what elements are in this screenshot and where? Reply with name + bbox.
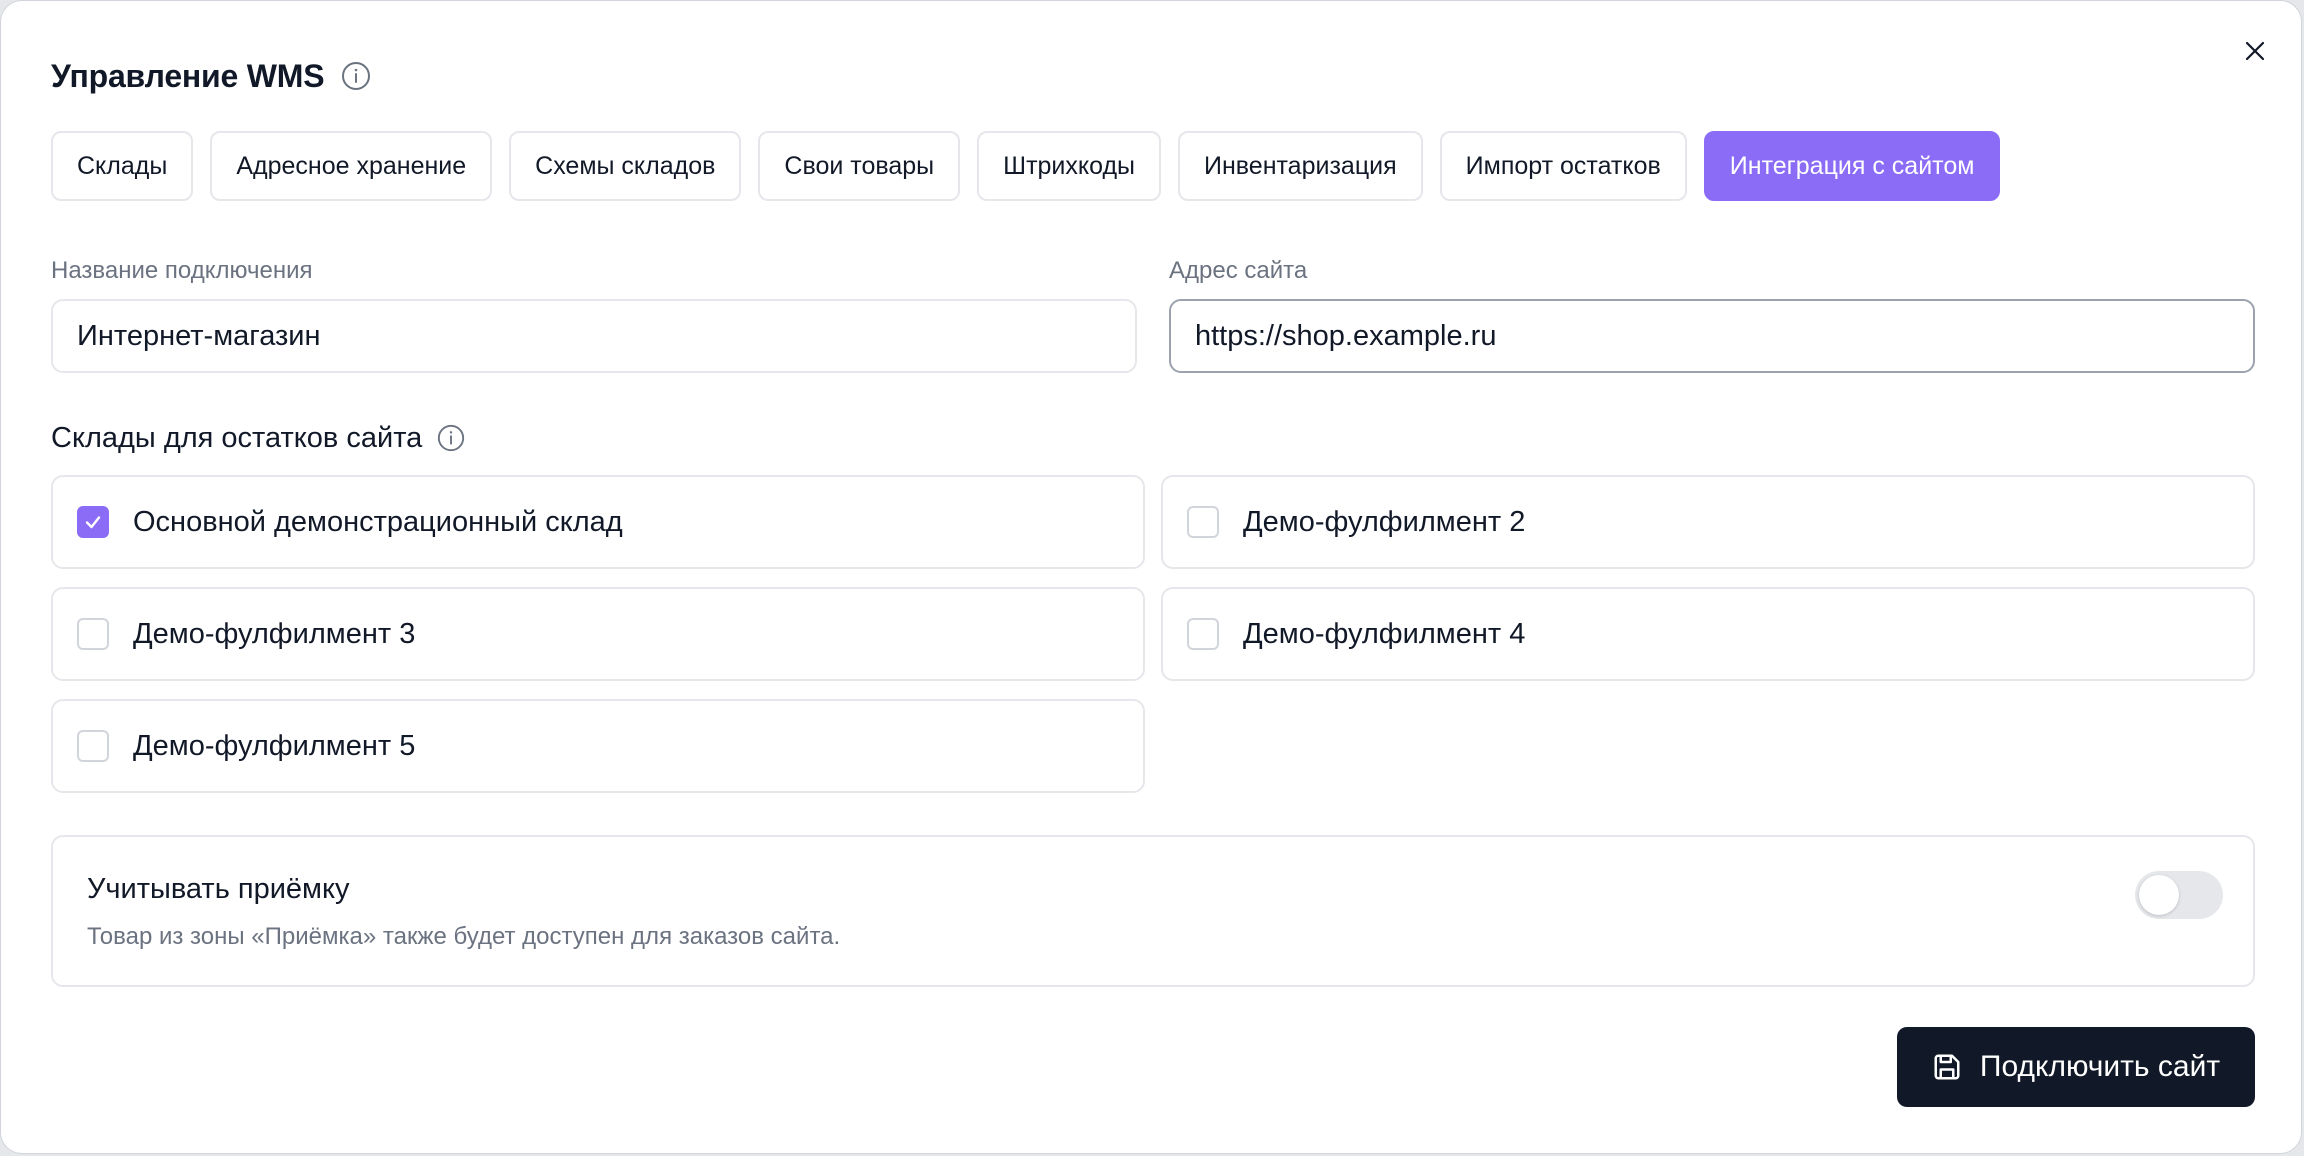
connect-site-label: Подключить сайт: [1979, 1050, 2221, 1083]
receiving-toggle[interactable]: [2135, 871, 2223, 919]
receiving-title: Учитывать приёмку: [87, 873, 350, 905]
warehouse-label: Демо-фулфилмент 5: [133, 729, 416, 762]
tab-bar: Склады Адресное хранение Схемы складов С…: [51, 131, 2001, 203]
warehouse-option[interactable]: Основной демонстрационный склад: [51, 475, 1145, 569]
checkbox[interactable]: [1187, 506, 1219, 538]
close-button[interactable]: [2235, 31, 2275, 71]
checkbox[interactable]: [1187, 618, 1219, 650]
warehouse-label: Демо-фулфилмент 4: [1243, 617, 1526, 650]
warehouses-section-title: Склады для остатков сайта: [51, 421, 423, 454]
tab-barcodes[interactable]: Штрихкоды: [977, 131, 1162, 201]
connect-site-button[interactable]: Подключить сайт: [1897, 1027, 2255, 1107]
info-icon[interactable]: [436, 423, 466, 453]
warehouse-option[interactable]: Демо-фулфилмент 4: [1161, 587, 2255, 681]
tab-site-integration[interactable]: Интеграция с сайтом: [1703, 131, 2001, 201]
close-icon: [2245, 41, 2265, 61]
receiving-setting-card: Учитывать приёмку Товар из зоны «Приёмка…: [51, 835, 2255, 987]
connection-name-input[interactable]: [51, 299, 1137, 373]
check-icon: [85, 516, 101, 529]
warehouse-option[interactable]: Демо-фулфилмент 2: [1161, 475, 2255, 569]
toggle-knob: [2139, 875, 2179, 915]
tab-stock-import[interactable]: Импорт остатков: [1439, 131, 1687, 201]
site-address-input[interactable]: [1169, 299, 2255, 373]
checkbox[interactable]: [77, 618, 109, 650]
warehouses-section-header: Склады для остатков сайта: [51, 418, 466, 458]
info-icon[interactable]: [340, 60, 372, 92]
tab-warehouses[interactable]: Склады: [51, 131, 194, 201]
tab-warehouse-schemes[interactable]: Схемы складов: [509, 131, 742, 201]
wms-dialog: Управление WMS Склады Адресное хранение …: [0, 0, 2302, 1154]
receiving-description: Товар из зоны «Приёмка» также будет дост…: [87, 923, 841, 950]
save-icon: [1932, 1052, 1962, 1082]
tab-inventory[interactable]: Инвентаризация: [1178, 131, 1423, 201]
warehouse-label: Демо-фулфилмент 2: [1243, 505, 1526, 538]
dialog-title: Управление WMS: [51, 57, 325, 94]
tab-address-storage[interactable]: Адресное хранение: [210, 131, 493, 201]
warehouse-option[interactable]: Демо-фулфилмент 3: [51, 587, 1145, 681]
checkbox-checked[interactable]: [77, 506, 109, 538]
warehouse-label: Основной демонстрационный склад: [133, 505, 623, 538]
checkbox[interactable]: [77, 730, 109, 762]
tab-own-products[interactable]: Свои товары: [758, 131, 961, 201]
site-address-label: Адрес сайта: [1169, 257, 1308, 284]
warehouse-option[interactable]: Демо-фулфилмент 5: [51, 699, 1145, 793]
dialog-header: Управление WMS: [51, 53, 372, 99]
connection-name-label: Название подключения: [51, 257, 313, 284]
warehouse-label: Демо-фулфилмент 3: [133, 617, 416, 650]
